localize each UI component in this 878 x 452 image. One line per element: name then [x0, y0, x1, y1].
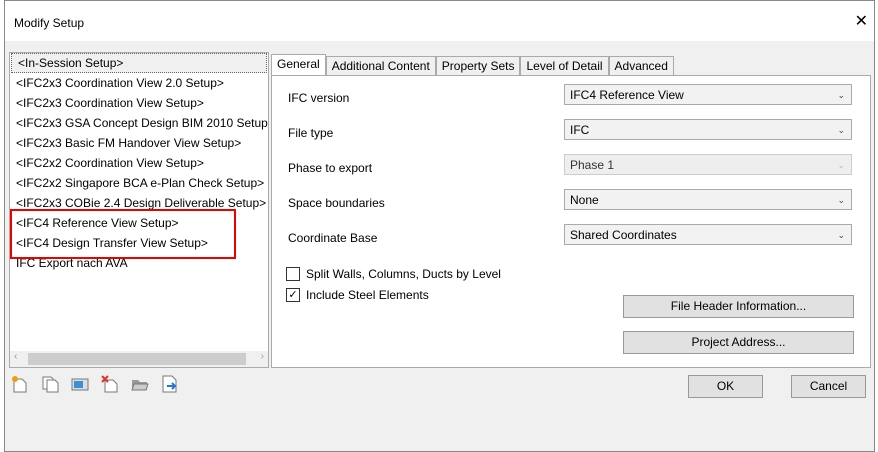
- delete-setup-icon[interactable]: [101, 375, 119, 393]
- setup-list-item[interactable]: IFC Export nach AVA: [10, 253, 268, 273]
- scrollbar-thumb[interactable]: [28, 353, 246, 365]
- setup-list-item[interactable]: <IFC2x3 Coordination View Setup>: [10, 93, 268, 113]
- coordinate-base-select[interactable]: Shared Coordinates ⌄: [564, 224, 852, 245]
- chevron-down-icon: ⌄: [837, 230, 845, 240]
- checkmark-icon[interactable]: ✓: [286, 288, 300, 302]
- split-walls-label: Split Walls, Columns, Ducts by Level: [306, 267, 501, 281]
- title-bar: Modify Setup ✕: [5, 1, 874, 41]
- ifc-version-select[interactable]: IFC4 Reference View ⌄: [564, 84, 852, 105]
- chevron-down-icon: ⌄: [837, 160, 845, 170]
- dialog-title: Modify Setup: [14, 16, 85, 30]
- new-setup-icon[interactable]: [11, 375, 29, 393]
- space-boundaries-label: Space boundaries: [288, 196, 385, 210]
- setup-list-item[interactable]: <IFC2x3 GSA Concept Design BIM 2010 Setu…: [10, 113, 268, 133]
- cancel-button[interactable]: Cancel: [791, 375, 866, 398]
- ifc-version-label: IFC version: [288, 91, 350, 105]
- space-boundaries-select[interactable]: None ⌄: [564, 189, 852, 210]
- phase-select: Phase 1 ⌄: [564, 154, 852, 175]
- setup-list-item[interactable]: <IFC2x3 COBie 2.4 Design Deliverable Set…: [10, 193, 268, 213]
- horizontal-scrollbar[interactable]: ‹ ›: [10, 351, 268, 367]
- project-address-button[interactable]: Project Address...: [623, 331, 854, 354]
- phase-value: Phase 1: [570, 158, 615, 172]
- open-folder-icon[interactable]: [131, 375, 149, 393]
- setup-list-item[interactable]: <IFC2x2 Coordination View Setup>: [10, 153, 268, 173]
- modify-setup-dialog: Modify Setup ✕ <In-Session Setup> <IFC2x3…: [4, 0, 875, 452]
- setup-list-item[interactable]: <IFC4 Design Transfer View Setup>: [10, 233, 268, 253]
- setup-list-item[interactable]: <IFC4 Reference View Setup>: [10, 213, 268, 233]
- space-boundaries-value: None: [570, 193, 599, 207]
- checkbox-box[interactable]: [286, 267, 300, 281]
- tab-advanced[interactable]: Advanced: [608, 56, 674, 76]
- setup-list-item[interactable]: <IFC2x2 Singapore BCA e-Plan Check Setup…: [10, 173, 268, 193]
- scroll-right-icon[interactable]: ›: [261, 351, 264, 362]
- rename-setup-icon[interactable]: [71, 375, 89, 393]
- coordinate-base-label: Coordinate Base: [288, 231, 378, 245]
- include-steel-checkbox[interactable]: ✓ Include Steel Elements: [286, 288, 429, 302]
- tab-level-of-detail[interactable]: Level of Detail: [520, 56, 609, 76]
- include-steel-label: Include Steel Elements: [306, 288, 429, 302]
- tab-bar: General Additional Content Property Sets…: [271, 54, 674, 76]
- duplicate-setup-icon[interactable]: [41, 375, 59, 393]
- setup-list-item[interactable]: <IFC2x3 Basic FM Handover View Setup>: [10, 133, 268, 153]
- ifc-version-value: IFC4 Reference View: [570, 88, 684, 102]
- file-type-label: File type: [288, 126, 334, 140]
- tab-general[interactable]: General: [271, 54, 326, 76]
- general-panel: IFC version IFC4 Reference View ⌄ File ty…: [271, 75, 871, 368]
- setup-list-item[interactable]: <IFC2x3 Coordination View 2.0 Setup>: [10, 73, 268, 93]
- split-walls-checkbox[interactable]: Split Walls, Columns, Ducts by Level: [286, 267, 501, 281]
- close-icon[interactable]: ✕: [855, 11, 868, 31]
- tab-property-sets[interactable]: Property Sets: [435, 56, 521, 76]
- setup-list[interactable]: <In-Session Setup> <IFC2x3 Coordination V…: [9, 52, 269, 368]
- chevron-down-icon: ⌄: [837, 90, 845, 100]
- coordinate-base-value: Shared Coordinates: [570, 228, 677, 242]
- phase-label: Phase to export: [288, 161, 373, 175]
- file-type-value: IFC: [570, 123, 590, 137]
- setup-list-item[interactable]: <In-Session Setup>: [11, 53, 267, 73]
- setup-toolbar: [11, 375, 179, 393]
- file-header-button[interactable]: File Header Information...: [623, 295, 854, 318]
- ok-button[interactable]: OK: [688, 375, 763, 398]
- export-setup-icon[interactable]: [161, 375, 179, 393]
- chevron-down-icon: ⌄: [837, 195, 845, 205]
- chevron-down-icon: ⌄: [837, 125, 845, 135]
- file-type-select[interactable]: IFC ⌄: [564, 119, 852, 140]
- tab-additional-content[interactable]: Additional Content: [325, 56, 436, 76]
- scroll-left-icon[interactable]: ‹: [14, 351, 17, 362]
